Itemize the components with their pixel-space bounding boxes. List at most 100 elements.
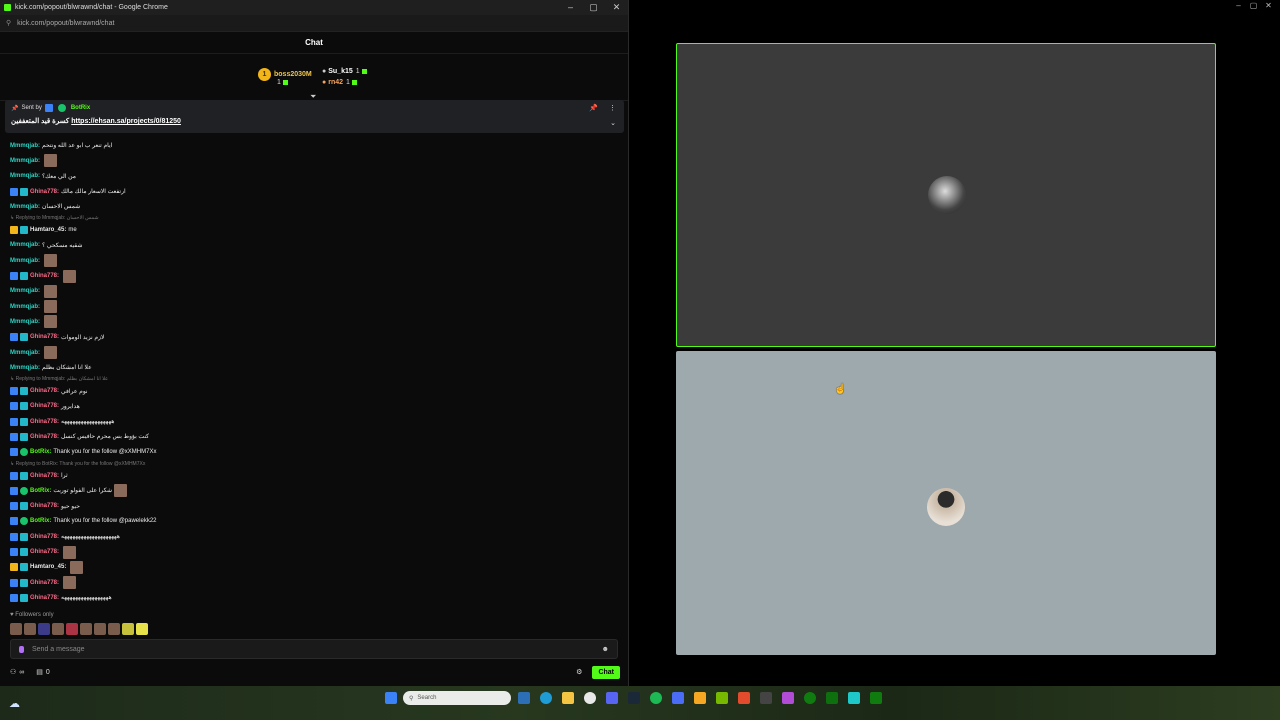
app-icon[interactable]: [738, 692, 750, 704]
sub-gift-icon: [282, 80, 288, 85]
spotify-icon[interactable]: [650, 692, 662, 704]
blue-badge-icon: [10, 417, 18, 426]
gifter-rn42[interactable]: ● rn42 1: [322, 79, 357, 86]
message-username[interactable]: Ghina778:: [30, 473, 59, 479]
minimize-button[interactable]: –: [1231, 1, 1246, 10]
more-options-icon[interactable]: ⋮: [609, 104, 616, 112]
app-icon[interactable]: [672, 692, 684, 704]
message-username[interactable]: Ghina778:: [30, 419, 59, 425]
pinned-sender[interactable]: BotRix: [71, 105, 90, 111]
participant-tile-active-speaker[interactable]: [676, 43, 1216, 347]
unpin-icon[interactable]: 📌: [589, 104, 598, 112]
message-username[interactable]: Mmmqjab:: [10, 173, 40, 179]
message-username[interactable]: Ghina778:: [30, 434, 59, 440]
message-emote: [70, 560, 84, 574]
discord-icon[interactable]: [606, 692, 618, 704]
message-username[interactable]: Mmmqjab:: [10, 350, 40, 356]
message-text: لازم نزيد الوموات: [61, 334, 105, 341]
participant-tile[interactable]: [676, 351, 1216, 655]
gift-counter[interactable]: ▤ 0: [36, 668, 50, 677]
start-menu-icon[interactable]: [385, 692, 397, 704]
teal-badge-icon: [20, 417, 28, 426]
message-username[interactable]: Ghina778:: [30, 580, 59, 586]
xbox-icon[interactable]: [804, 692, 816, 704]
chat-settings-gear-icon[interactable]: ⚙: [576, 668, 582, 676]
close-button[interactable]: ✕: [605, 2, 628, 13]
teal-badge-icon: [20, 187, 28, 196]
chrome-icon[interactable]: [584, 692, 596, 704]
message-username[interactable]: Ghina778:: [30, 549, 59, 555]
chat-messages-list[interactable]: Mmmqjab: ايام تنعر ب ابو عد الله ونتحم Mmm…: [0, 138, 629, 608]
chat-browser-window: kick.com/popout/blwrawnd/chat - Google C…: [0, 0, 629, 690]
message-username[interactable]: BotRix:: [30, 518, 51, 524]
message-username[interactable]: BotRix:: [30, 488, 51, 494]
message-text: Thank you for the follow @xXMHM7Xx: [53, 449, 157, 456]
widgets-icon[interactable]: ☁: [9, 697, 20, 710]
app-icon[interactable]: [694, 692, 706, 704]
message-username[interactable]: Mmmqjab:: [10, 258, 40, 264]
file-explorer-icon[interactable]: [562, 692, 574, 704]
steam-icon[interactable]: [628, 692, 640, 704]
chat-message: Mmmqjab: علا انا امشكان بظلم: [10, 360, 629, 375]
message-username[interactable]: Mmmqjab:: [10, 158, 40, 164]
app-icon[interactable]: [760, 692, 772, 704]
message-username[interactable]: Ghina778:: [30, 334, 59, 340]
viewer-points[interactable]: ⚇ ∞: [10, 668, 24, 677]
emote-3[interactable]: [38, 623, 50, 635]
message-username[interactable]: Mmmqjab:: [10, 319, 40, 325]
message-username[interactable]: Ghina778:: [30, 189, 59, 195]
emote-2[interactable]: [24, 623, 36, 635]
gifter-su-k15[interactable]: ● Su_k15 1: [322, 68, 367, 75]
chat-footer: ⚇ ∞ ▤ 0 ⚙ Chat: [10, 664, 620, 680]
emote-6[interactable]: [80, 623, 92, 635]
emote-8[interactable]: [108, 623, 120, 635]
emote-4[interactable]: [52, 623, 64, 635]
maximize-button[interactable]: ▢: [1246, 1, 1261, 10]
maximize-button[interactable]: ▢: [582, 2, 605, 13]
expand-chevron-icon[interactable]: ⌄: [610, 119, 616, 127]
teal-badge-icon: [20, 226, 28, 235]
send-chat-button[interactable]: Chat: [592, 665, 620, 679]
message-username[interactable]: Hamtaro_45:: [30, 227, 66, 233]
emote-9[interactable]: [122, 623, 134, 635]
message-username[interactable]: Ghina778:: [30, 534, 59, 540]
gold-badge-icon: [10, 226, 18, 235]
message-username[interactable]: Ghina778:: [30, 595, 59, 601]
emote-5[interactable]: [66, 623, 78, 635]
close-button[interactable]: ✕: [1261, 1, 1276, 10]
message-username[interactable]: Mmmqjab:: [10, 365, 40, 371]
emote-1[interactable]: [10, 623, 22, 635]
blue-badge-icon: [10, 272, 18, 281]
teal-badge-icon: [20, 563, 28, 572]
app-icon[interactable]: [848, 692, 860, 704]
app-icon[interactable]: [782, 692, 794, 704]
message-username[interactable]: BotRix:: [30, 449, 51, 455]
message-username[interactable]: Ghina778:: [30, 273, 59, 279]
message-input[interactable]: Send a message ☻: [10, 639, 618, 659]
address-bar[interactable]: ⚲ kick.com/popout/blwrawnd/chat: [0, 15, 628, 32]
pinned-link[interactable]: https://ehsan.sa/projects/0/81250: [71, 118, 181, 125]
emote-10[interactable]: [136, 623, 148, 635]
message-username[interactable]: Mmmqjab:: [10, 204, 40, 210]
xbox-app-icon[interactable]: [826, 692, 838, 704]
message-username[interactable]: Mmmqjab:: [10, 143, 40, 149]
message-username[interactable]: Ghina778:: [30, 403, 59, 409]
edge-icon[interactable]: [540, 692, 552, 704]
emote-7[interactable]: [94, 623, 106, 635]
site-info-icon[interactable]: ⚲: [6, 19, 11, 27]
windows-taskbar: ☁ ⚲ Search: [0, 686, 1280, 720]
task-view-icon[interactable]: [518, 692, 530, 704]
xbox-game-bar-icon[interactable]: [870, 692, 882, 704]
message-username[interactable]: Hamtaro_45:: [30, 564, 66, 570]
message-username[interactable]: Mmmqjab:: [10, 242, 40, 248]
message-text: علا انا امشكان بظلم: [42, 365, 92, 372]
taskbar-search[interactable]: ⚲ Search: [403, 691, 511, 705]
nvidia-icon[interactable]: [716, 692, 728, 704]
message-username[interactable]: Mmmqjab:: [10, 288, 40, 294]
microphone-icon[interactable]: [19, 645, 24, 653]
emoji-picker-icon[interactable]: ☻: [602, 646, 609, 653]
message-username[interactable]: Mmmqjab:: [10, 304, 40, 310]
minimize-button[interactable]: –: [559, 2, 582, 13]
message-username[interactable]: Ghina778:: [30, 503, 59, 509]
message-username[interactable]: Ghina778:: [30, 388, 59, 394]
